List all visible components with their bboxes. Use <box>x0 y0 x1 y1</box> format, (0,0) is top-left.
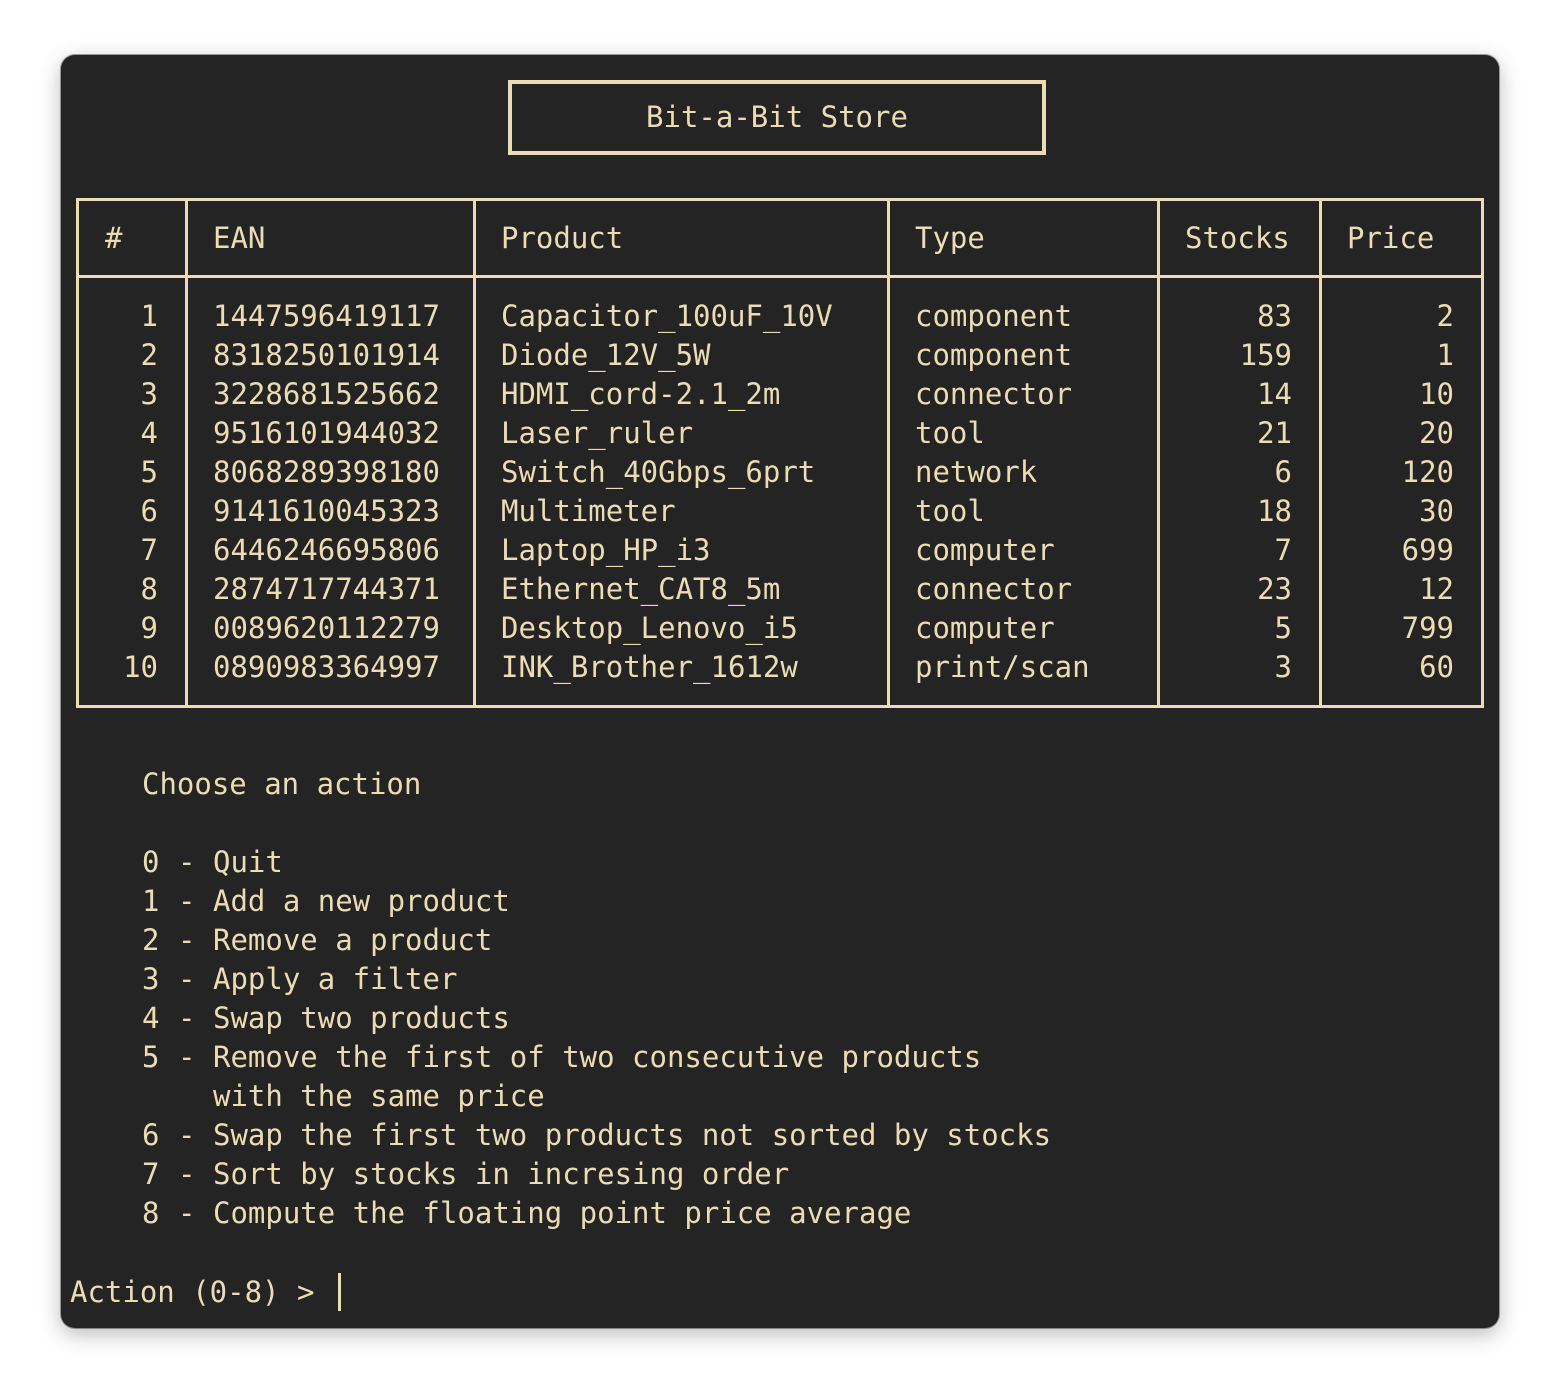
menu-item-separator: - <box>178 884 196 918</box>
menu-item-separator: - <box>178 923 196 957</box>
menu-item-separator: - <box>178 845 196 879</box>
terminal-window: Bit-a-Bit Store # EAN Product Type Stock… <box>61 55 1499 1328</box>
menu-item-label: Swap two products <box>213 1001 510 1035</box>
menu-item-label: Remove a product <box>213 923 493 957</box>
menu-item-separator: - <box>178 1196 196 1230</box>
menu-item-label: Add a new product <box>213 884 510 918</box>
menu-item-label: Compute the floating point price average <box>213 1196 912 1230</box>
text-cursor <box>338 1273 341 1311</box>
menu-item-key: 8 <box>142 1196 160 1230</box>
menu-item-key: 6 <box>142 1118 160 1152</box>
menu-item-label: Quit <box>213 845 283 879</box>
action-prompt: Action (0-8) > <box>70 1275 332 1309</box>
terminal-screen: Bit-a-Bit Store # EAN Product Type Stock… <box>61 55 1499 1328</box>
menu-item-key: 5 <box>142 1040 160 1074</box>
menu-item-separator: - <box>178 1157 196 1191</box>
menu-item-key: 2 <box>142 923 160 957</box>
action-menu: 0- Quit 1- Add a new product 2- Remove a prod… <box>61 55 1499 1328</box>
menu-item-separator: - <box>178 962 196 996</box>
menu-item-label: Remove the first of two consecutive prod… <box>213 1040 982 1074</box>
menu-item-label-continued: with the same price <box>213 1079 545 1113</box>
menu-item-key: 7 <box>142 1157 160 1191</box>
menu-item-separator: - <box>178 1118 196 1152</box>
menu-item-key: 4 <box>142 1001 160 1035</box>
menu-item-label: Swap the first two products not sorted b… <box>213 1118 1052 1152</box>
menu-item-label: Sort by stocks in incresing order <box>213 1157 790 1191</box>
menu-item-key: 1 <box>142 884 160 918</box>
menu-item-label: Apply a filter <box>213 962 458 996</box>
menu-item-key: 0 <box>142 845 160 879</box>
menu-item-separator: - <box>178 1001 196 1035</box>
menu-item-separator: - <box>178 1040 196 1074</box>
menu-item-key: 3 <box>142 962 160 996</box>
